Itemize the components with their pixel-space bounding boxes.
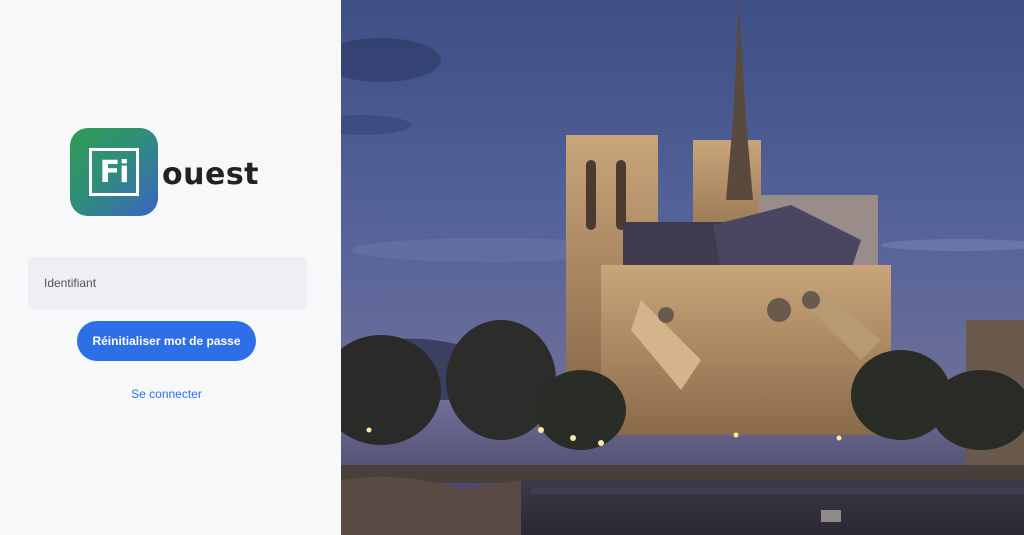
reset-password-button[interactable]: Réinitialiser mot de passe [77,321,256,361]
login-panel: Fi ouest Réinitialiser mot de passe Se c… [0,0,341,535]
identifier-input[interactable] [28,257,307,309]
logo-mark-text: Fi [89,148,139,196]
login-link[interactable]: Se connecter [0,387,333,401]
logo-wordmark: ouest [162,156,260,192]
logo-mark: Fi [70,128,158,216]
background-photo [341,0,1024,535]
fiouest-logo: Fi ouest [70,128,259,216]
